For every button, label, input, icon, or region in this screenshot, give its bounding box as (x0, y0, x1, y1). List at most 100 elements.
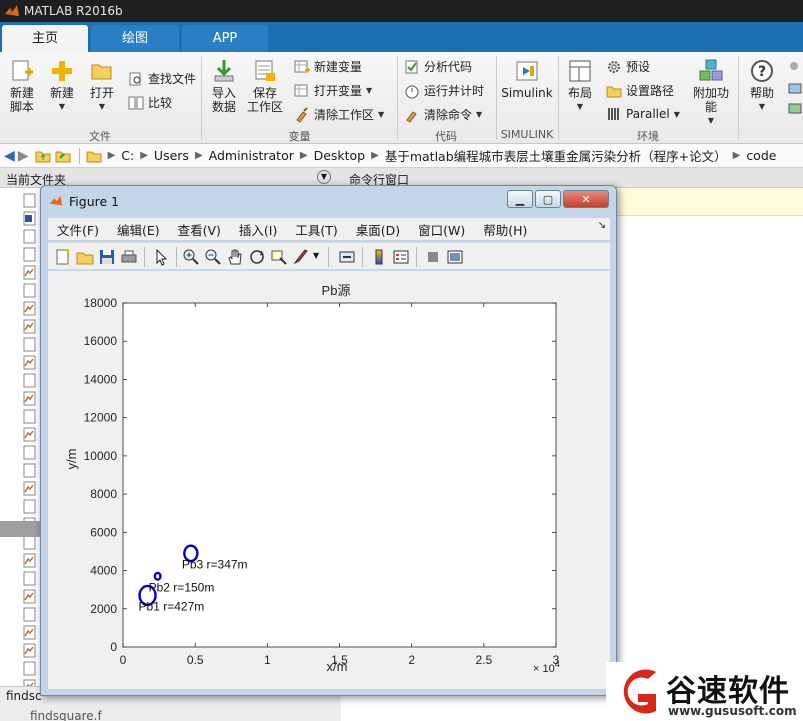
pointer-arrow-icon[interactable] (152, 248, 170, 266)
new-button[interactable]: 新建 ▼ (44, 58, 80, 114)
chevron-down-icon: ▼ (707, 116, 715, 125)
link-plot-icon[interactable] (338, 248, 356, 266)
matlab-file-icon[interactable] (23, 391, 36, 406)
rotate-3d-icon[interactable] (248, 248, 266, 266)
find-files-button[interactable]: 查找文件 (128, 70, 196, 87)
menubar-dock-arrow-icon[interactable]: ↘ (598, 220, 606, 231)
file-icon[interactable] (23, 607, 36, 622)
zoom-out-icon[interactable] (204, 248, 222, 266)
close-button[interactable]: ✕ (563, 190, 609, 208)
file-icon[interactable] (23, 571, 36, 586)
menu-insert[interactable]: 插入(I) (230, 220, 286, 239)
brush-dropdown-chevron-icon[interactable]: ▼ (313, 251, 319, 260)
open-file-icon[interactable] (76, 248, 94, 266)
minimize-button[interactable]: ▁ (507, 190, 533, 208)
open-button[interactable]: 打开 ▼ (84, 58, 120, 114)
layout-button[interactable]: 布局 ▼ (562, 58, 598, 114)
figure-window[interactable]: Figure 1 ▁ ▢ ✕ 文件(F) 编辑(E) 查看(V) 插入(I) 工… (40, 185, 617, 696)
matlab-file-icon[interactable] (23, 589, 36, 604)
matlab-file-icon[interactable] (23, 427, 36, 442)
file-icon[interactable] (23, 499, 36, 514)
help-button[interactable]: ? 帮助 ▼ (744, 58, 780, 114)
file-icon[interactable] (23, 373, 36, 388)
file-icon[interactable] (23, 193, 36, 208)
menu-edit[interactable]: 编辑(E) (108, 220, 169, 239)
menu-window[interactable]: 窗口(W) (409, 220, 474, 239)
clear-workspace-button[interactable]: 清除工作区 ▼ (294, 106, 384, 123)
file-icon[interactable] (23, 445, 36, 460)
tab-home[interactable]: 主页 (2, 25, 88, 52)
new-script-button[interactable]: 新建 脚本 (4, 58, 40, 114)
set-path-button[interactable]: 设置路径 (606, 82, 674, 99)
new-figure-icon[interactable] (54, 248, 72, 266)
file-icon[interactable] (23, 409, 36, 424)
maximize-button[interactable]: ▢ (535, 190, 561, 208)
matlab-file-icon[interactable] (23, 553, 36, 568)
gear-icon (608, 60, 620, 73)
brush-icon[interactable] (292, 248, 310, 266)
path-part-administrator[interactable]: Administrator (209, 148, 294, 163)
menu-tools[interactable]: 工具(T) (286, 220, 346, 239)
path-part-code[interactable]: code (746, 148, 776, 163)
save-workspace-button[interactable]: 保存 工作区 (246, 58, 284, 114)
compare-button[interactable]: 比较 (128, 94, 172, 111)
word-file-icon[interactable] (23, 211, 36, 226)
file-icon[interactable] (23, 535, 36, 550)
file-icon[interactable] (23, 337, 36, 352)
menu-desktop[interactable]: 桌面(D) (347, 220, 409, 239)
matlab-file-icon[interactable] (23, 625, 36, 640)
show-plot-tools-icon[interactable] (446, 248, 464, 266)
matlab-logo-icon (5, 5, 19, 16)
path-part-desktop[interactable]: Desktop (314, 148, 366, 163)
path-part-project[interactable]: 基于matlab编程城市表层土壤重金属污染分析（程序+论文） (385, 146, 727, 165)
menu-file[interactable]: 文件(F) (48, 220, 108, 239)
file-icon[interactable] (23, 247, 36, 262)
matlab-file-icon[interactable] (23, 355, 36, 370)
pb-source-plot[interactable]: 0 0.5 1 1.5 2 2.5 3020004000600080001000012000… (48, 271, 610, 689)
file-icon[interactable] (23, 283, 36, 298)
forward-arrow-icon[interactable]: ▶ (18, 148, 29, 164)
colorbar-icon[interactable] (370, 248, 388, 266)
legend-icon[interactable] (392, 248, 410, 266)
parallel-button[interactable]: Parallel ▼ (606, 106, 680, 122)
matlab-file-icon[interactable] (23, 319, 36, 334)
simulink-button[interactable]: Simulink (500, 58, 554, 100)
open-variable-button[interactable]: 打开变量 ▼ (294, 82, 372, 99)
figure-canvas[interactable]: 0 0.5 1 1.5 2 2.5 3 0 2000 4000 6000 8000 10000 12000… (48, 271, 610, 689)
tab-plots[interactable]: 绘图 (91, 25, 179, 52)
chevron-down-icon: ▼ (476, 110, 483, 119)
selected-file-row[interactable] (0, 521, 40, 537)
file-icon[interactable] (23, 661, 36, 676)
panel-options-chevron-icon[interactable]: ▼ (317, 170, 331, 184)
menu-help[interactable]: 帮助(H) (474, 220, 536, 239)
analyze-code-button[interactable]: 分析代码 (404, 58, 472, 75)
new-variable-button[interactable]: 新建变量 (294, 58, 362, 75)
pan-hand-icon[interactable] (226, 248, 244, 266)
file-icon[interactable] (23, 229, 36, 244)
path-part-users[interactable]: Users (154, 148, 189, 163)
preferences-button[interactable]: 预设 (606, 58, 650, 75)
menu-view[interactable]: 查看(V) (169, 220, 230, 239)
hide-plot-tools-icon[interactable] (424, 248, 442, 266)
figure-titlebar[interactable]: Figure 1 ▁ ▢ ✕ (41, 186, 616, 216)
print-icon[interactable] (120, 248, 138, 266)
import-data-button[interactable]: 导入 数据 (206, 58, 242, 114)
matlab-file-icon[interactable] (23, 481, 36, 496)
save-icon[interactable] (98, 248, 116, 266)
file-icon[interactable] (23, 463, 36, 478)
path-drive[interactable]: C: (121, 148, 134, 163)
matlab-file-icon[interactable] (23, 643, 36, 658)
zoom-in-icon[interactable] (182, 248, 200, 266)
browse-folder-icon[interactable] (55, 148, 71, 164)
community-icons[interactable] (786, 60, 803, 130)
add-ons-button[interactable]: 附加功能 ▼ (688, 58, 734, 128)
matlab-file-icon[interactable] (23, 301, 36, 316)
group-label-variable: 变量 (288, 130, 311, 143)
run-and-time-button[interactable]: 运行并计时 (404, 82, 484, 99)
data-cursor-icon[interactable] (270, 248, 288, 266)
matlab-file-icon[interactable] (23, 265, 36, 280)
back-arrow-icon[interactable]: ◀ (4, 148, 15, 164)
clear-commands-button[interactable]: 清除命令 ▼ (404, 106, 482, 123)
tab-apps[interactable]: APP (182, 25, 268, 52)
up-folder-icon[interactable] (35, 148, 51, 164)
